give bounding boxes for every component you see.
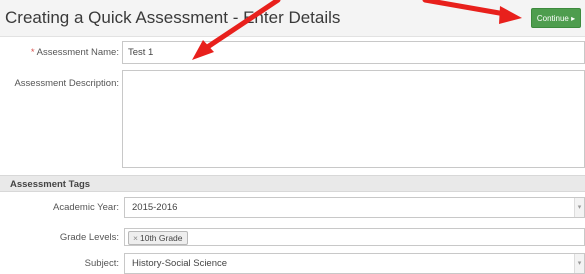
assessment-name-label-text: Assessment Name: [36, 47, 119, 58]
page-header: Creating a Quick Assessment - Enter Deta… [0, 0, 585, 37]
grade-tag: × 10th Grade [128, 231, 188, 245]
subject-label: Subject: [84, 258, 119, 269]
required-marker: * [30, 47, 35, 58]
assessment-description-textarea[interactable] [122, 70, 585, 168]
grade-levels-label: Grade Levels: [59, 232, 119, 243]
academic-year-label: Academic Year: [52, 202, 119, 213]
chevron-down-icon[interactable]: ▾ [574, 254, 584, 273]
continue-button[interactable]: Continue ▸ [531, 8, 581, 28]
academic-year-select[interactable]: 2015-2016 ▾ [124, 197, 585, 218]
assessment-tags-header: Assessment Tags [0, 175, 585, 192]
subject-select[interactable]: History-Social Science ▾ [124, 253, 585, 274]
subject-value: History-Social Science [132, 258, 228, 269]
grade-tag-label: 10th Grade [139, 233, 183, 243]
assessment-description-label: Assessment Description: [14, 78, 119, 89]
chevron-down-icon[interactable]: ▾ [574, 198, 584, 217]
assessment-name-input[interactable] [122, 41, 585, 64]
remove-tag-icon[interactable]: × [133, 233, 138, 243]
assessment-name-label: * Assessment Name: [31, 47, 119, 58]
page-title: Creating a Quick Assessment - Enter Deta… [5, 8, 341, 27]
grade-levels-multiselect[interactable]: × 10th Grade [124, 228, 585, 246]
academic-year-value: 2015-2016 [132, 202, 178, 213]
